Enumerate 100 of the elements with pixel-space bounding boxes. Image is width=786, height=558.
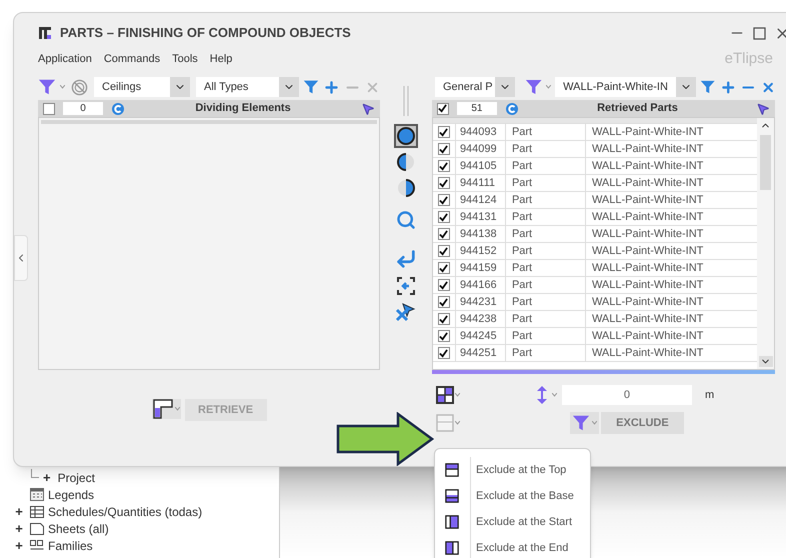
- checkbox[interactable]: [438, 279, 450, 291]
- caret-icon[interactable]: [552, 393, 557, 397]
- checkbox[interactable]: [438, 296, 450, 308]
- tree-item[interactable]: Legends: [48, 486, 94, 504]
- schedule-icon: [30, 506, 44, 518]
- table-cell: Part: [504, 158, 585, 174]
- table-cell: Part: [504, 243, 585, 259]
- count-field: 0: [63, 102, 103, 115]
- splitter-handle[interactable]: [402, 86, 408, 116]
- expand-toggle[interactable]: +: [15, 502, 23, 522]
- checkbox[interactable]: [438, 330, 450, 342]
- table-cell: Part: [504, 294, 585, 310]
- table-cell: 944099: [454, 141, 505, 157]
- menu-item[interactable]: Commands: [104, 50, 160, 68]
- layout-icon[interactable]: [152, 399, 173, 419]
- filter-icon[interactable]: [524, 78, 542, 96]
- checkbox[interactable]: [438, 160, 450, 172]
- panel-title: Dividing Elements: [194, 101, 292, 116]
- grid-mode-button[interactable]: [436, 386, 460, 404]
- filter-mode-button[interactable]: [570, 412, 599, 434]
- caret-icon[interactable]: [174, 407, 180, 411]
- no-filter-icon[interactable]: [71, 78, 88, 96]
- cursor-icon[interactable]: [756, 102, 770, 116]
- parameter-dropdown[interactable]: General P: [435, 77, 515, 97]
- checkbox[interactable]: [438, 347, 450, 359]
- window-title: PARTS – FINISHING OF COMPOUND OBJECTS: [60, 24, 351, 42]
- filter-icon[interactable]: [572, 414, 590, 432]
- refresh-icon[interactable]: [111, 102, 125, 116]
- legend-icon: [30, 488, 44, 501]
- checkbox[interactable]: [438, 211, 450, 223]
- table-cell: Part: [504, 345, 585, 361]
- table-cell: Part: [504, 277, 585, 293]
- refresh-icon[interactable]: [504, 102, 519, 116]
- caret-icon[interactable]: [546, 85, 552, 89]
- expand-toggle[interactable]: +: [43, 468, 51, 488]
- scrollbar[interactable]: [757, 118, 774, 369]
- tree-item[interactable]: Schedules/Quantities (todas): [48, 502, 202, 520]
- filter-icon[interactable]: [303, 79, 319, 95]
- app-logo-icon: [38, 26, 52, 40]
- split-mode-button[interactable]: [152, 399, 181, 419]
- table-cell: 944111: [454, 175, 505, 191]
- focus-selection-icon[interactable]: [396, 276, 416, 296]
- filter-icon[interactable]: [38, 78, 56, 96]
- checkbox[interactable]: [438, 143, 450, 155]
- add-icon[interactable]: [323, 78, 340, 96]
- table-cell: Part: [504, 260, 585, 276]
- caret-icon[interactable]: [454, 421, 460, 425]
- checkbox[interactable]: [436, 102, 449, 114]
- menu-option[interactable]: Exclude at the Base: [435, 483, 590, 509]
- checkbox[interactable]: [438, 126, 450, 138]
- checkbox[interactable]: [438, 228, 450, 240]
- table-cell: 944159: [454, 260, 505, 276]
- table-cell: Part: [504, 311, 585, 327]
- menu-option[interactable]: Exclude at the Start: [435, 509, 590, 535]
- count-field: 51: [456, 102, 497, 115]
- cursor-cross-icon[interactable]: [395, 302, 417, 322]
- circle-mode-button[interactable]: [394, 124, 418, 148]
- tree-item[interactable]: Families: [48, 536, 93, 554]
- checkbox[interactable]: [438, 313, 450, 325]
- menu-item[interactable]: Application: [38, 50, 92, 68]
- filter-icon[interactable]: [700, 79, 716, 95]
- caret-icon[interactable]: [454, 393, 460, 397]
- table-cell: 944105: [454, 158, 505, 174]
- tree-item[interactable]: Project: [58, 468, 95, 486]
- return-arrow-icon[interactable]: [395, 248, 417, 270]
- menu-option[interactable]: Exclude at the End: [435, 535, 590, 558]
- zoom-icon[interactable]: [396, 210, 416, 230]
- table-cell: 944245: [454, 328, 505, 344]
- table-cell: Part: [504, 209, 585, 225]
- table-cell: 944093: [454, 124, 505, 140]
- tree-item[interactable]: Sheets (all): [48, 520, 109, 538]
- category-dropdown[interactable]: Ceilings: [94, 77, 190, 97]
- expand-toggle[interactable]: +: [15, 518, 23, 538]
- caret-icon[interactable]: [60, 85, 65, 89]
- checkbox[interactable]: [438, 262, 450, 274]
- table-cell: Part: [504, 175, 585, 191]
- table-cell: 944251: [454, 345, 505, 361]
- table-cell: Part: [504, 124, 585, 140]
- table-cell: Part: [504, 226, 585, 242]
- table-cell: 944131: [454, 209, 505, 225]
- checkbox[interactable]: [43, 102, 55, 114]
- scrollbar-thumb[interactable]: [760, 135, 771, 190]
- add-icon[interactable]: [720, 78, 736, 96]
- value-dropdown[interactable]: WALL-Paint-White-IN: [555, 77, 696, 97]
- menu-item[interactable]: Tools: [172, 50, 198, 68]
- expand-toggle[interactable]: +: [15, 536, 23, 556]
- cursor-icon[interactable]: [361, 102, 376, 116]
- checkbox[interactable]: [438, 177, 450, 189]
- type-dropdown[interactable]: All Types: [196, 77, 299, 97]
- menu-item[interactable]: Help: [210, 50, 232, 68]
- checkbox[interactable]: [438, 245, 450, 257]
- menu-option[interactable]: Exclude at the Top: [435, 457, 590, 483]
- caret-icon[interactable]: [592, 421, 597, 425]
- table-cell: Part: [504, 192, 585, 208]
- grid-icon[interactable]: [436, 386, 454, 404]
- maximize-icon[interactable]: [753, 26, 766, 40]
- exclude-mode-icon: [445, 541, 459, 555]
- vertical-arrows-icon[interactable]: [536, 385, 548, 405]
- offset-field[interactable]: 0: [562, 385, 692, 405]
- checkbox[interactable]: [438, 194, 450, 206]
